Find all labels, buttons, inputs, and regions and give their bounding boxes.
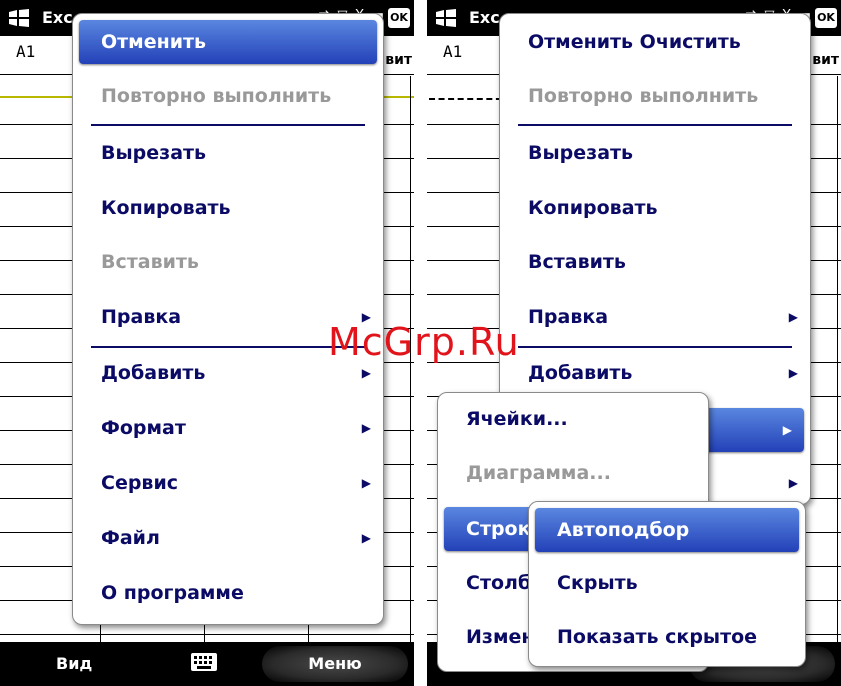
ok-button[interactable]: OK: [815, 8, 837, 28]
menu-separator: [518, 346, 792, 348]
submenu-arrow-icon: ▶: [788, 476, 798, 490]
column-header: вит: [812, 52, 839, 68]
menu-item-paste[interactable]: Вставить: [500, 240, 810, 284]
submenu-arrow-icon: ▶: [361, 476, 371, 490]
menu-item-paste[interactable]: Вставить: [73, 240, 383, 284]
menu-item-tools[interactable]: Сервис ▶: [73, 461, 383, 505]
menu-item-undo-clear[interactable]: Отменить Очистить: [500, 20, 810, 64]
menu-item-insert[interactable]: Добавить ▶: [500, 351, 810, 395]
watermark: McGrp.Ru: [328, 320, 520, 364]
menu-item-file[interactable]: Файл ▶: [73, 516, 383, 560]
menu-item-redo[interactable]: Повторно выполнить: [500, 74, 810, 118]
menu-item-edit[interactable]: Правка ▶: [500, 295, 810, 339]
submenu-item-autofit[interactable]: Автоподбор: [535, 508, 799, 552]
submenu-item-hide[interactable]: Скрыть: [529, 561, 805, 605]
softkey-menu-label: Меню: [308, 654, 362, 673]
cell-reference: A1: [16, 42, 36, 61]
submenu-arrow-icon: ▶: [361, 531, 371, 545]
softkey-menu[interactable]: Меню: [262, 646, 408, 682]
softkey-view[interactable]: Вид: [56, 654, 92, 673]
app-title: Exc: [469, 8, 500, 27]
windows-logo-icon[interactable]: [435, 9, 457, 27]
column-header: вит: [385, 52, 412, 68]
submenu-item-unhide[interactable]: Показать скрытое: [529, 615, 805, 659]
menu-item-cut[interactable]: Вырезать: [500, 131, 810, 175]
menu-separator: [518, 124, 792, 126]
menu-item-about[interactable]: О программе: [73, 571, 383, 615]
submenu-item-chart[interactable]: Диаграмма...: [438, 451, 708, 495]
submenu-arrow-icon: ▶: [782, 423, 792, 437]
menu-separator: [91, 124, 365, 126]
cell-reference: A1: [443, 42, 463, 61]
menu-item-copy[interactable]: Копировать: [73, 186, 383, 230]
menu-item-format[interactable]: Формат ▶: [73, 406, 383, 450]
keyboard-icon[interactable]: [190, 652, 218, 672]
ok-button[interactable]: OK: [388, 8, 410, 28]
menu-item-copy[interactable]: Копировать: [500, 186, 810, 230]
menu-item-undo[interactable]: Отменить: [79, 20, 377, 64]
menu-item-redo[interactable]: Повторно выполнить: [73, 74, 383, 118]
main-menu: Отменить Повторно выполнить Вырезать Коп…: [72, 13, 384, 625]
submenu-arrow-icon: ▶: [788, 366, 798, 380]
submenu-item-cells[interactable]: Ячейки...: [438, 397, 708, 441]
app-title: Exc: [42, 8, 73, 27]
windows-logo-icon[interactable]: [8, 9, 30, 27]
submenu-arrow-icon: ▶: [788, 310, 798, 324]
submenu-arrow-icon: ▶: [361, 421, 371, 435]
menu-separator: [91, 346, 365, 348]
menu-item-cut[interactable]: Вырезать: [73, 131, 383, 175]
rows-submenu: Автоподбор Скрыть Показать скрытое: [528, 501, 806, 667]
softkey-bar: Вид Меню: [0, 642, 414, 686]
